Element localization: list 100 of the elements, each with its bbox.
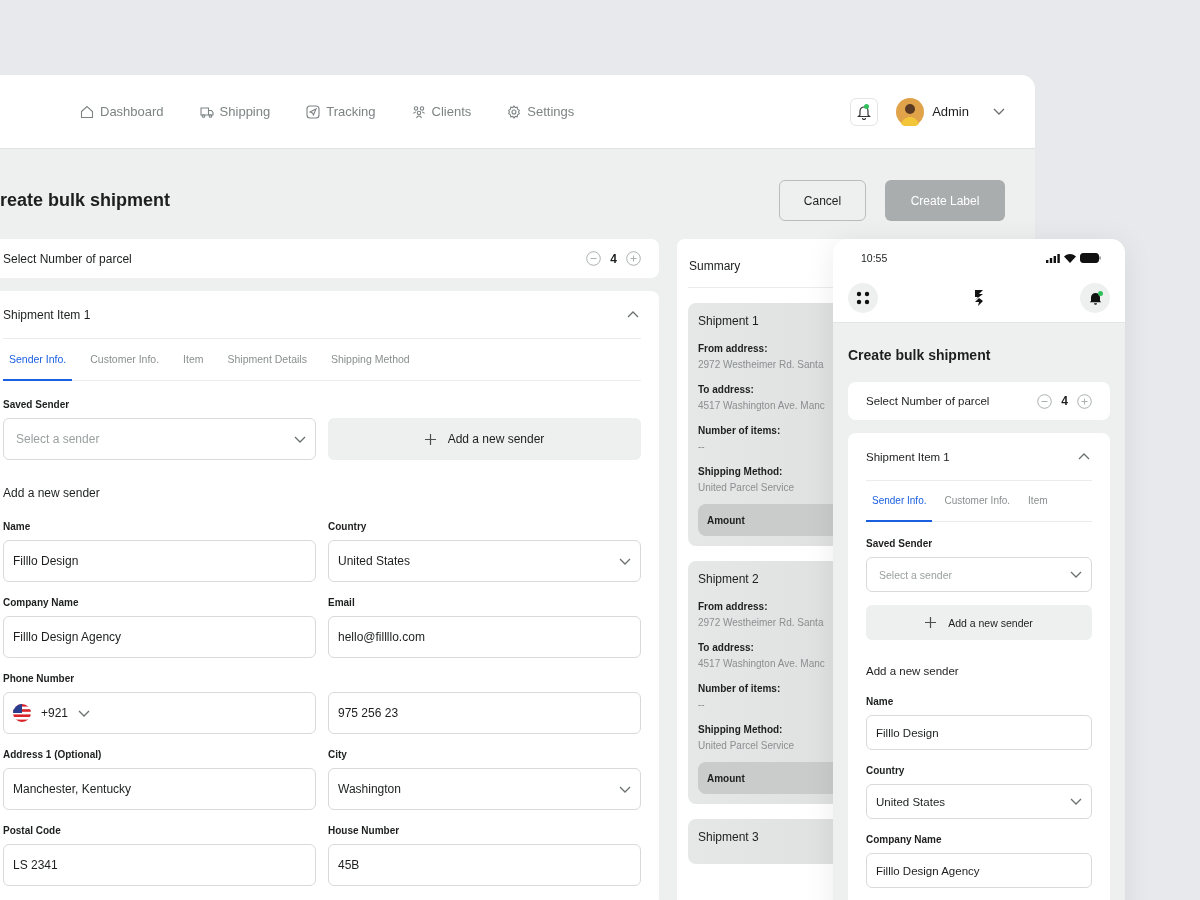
tab[interactable]: Customer Info. bbox=[84, 339, 166, 381]
signal-icon bbox=[1046, 253, 1060, 263]
text-field[interactable]: 975 256 23 bbox=[328, 692, 641, 734]
summary-title: Summary bbox=[688, 258, 741, 275]
field-label: Country bbox=[328, 520, 368, 533]
user-name: Admin bbox=[932, 104, 969, 119]
nav-link[interactable]: Shipping bbox=[199, 104, 271, 119]
cancel-button[interactable]: Cancel bbox=[779, 180, 866, 221]
summary-label: To address: bbox=[698, 642, 754, 653]
tab[interactable]: Sender Info. bbox=[3, 339, 73, 381]
field-label: City bbox=[328, 748, 348, 761]
dropdown[interactable]: United States bbox=[866, 784, 1092, 819]
bell-icon bbox=[1088, 291, 1102, 305]
text-field[interactable]: Filllo Design Agency bbox=[866, 853, 1092, 888]
nav-link[interactable]: Dashboard bbox=[80, 104, 164, 119]
home-icon bbox=[80, 104, 94, 119]
plus-icon bbox=[925, 617, 937, 628]
chevron-down-icon bbox=[294, 435, 306, 443]
summary-label: Number of items: bbox=[698, 425, 781, 436]
wifi-icon bbox=[1064, 253, 1076, 263]
section-heading: Add a new sender bbox=[3, 486, 101, 500]
field-label: Name bbox=[866, 695, 895, 708]
shipment-title: Shipment 1 bbox=[698, 314, 759, 328]
summary-label: From address: bbox=[698, 601, 768, 612]
text-field[interactable]: Filllo Design bbox=[3, 540, 316, 582]
page-title: reate bulk shipment bbox=[0, 190, 171, 211]
summary-label: Number of items: bbox=[698, 683, 781, 694]
shipment-title: Shipment 2 bbox=[698, 572, 759, 586]
text-field[interactable]: 45B bbox=[328, 844, 641, 886]
parcel-count: 4 bbox=[610, 251, 617, 266]
chevron-down-icon bbox=[619, 557, 631, 565]
tab[interactable]: Item bbox=[1022, 481, 1054, 522]
shipment-title: Shipment 3 bbox=[698, 830, 759, 844]
field-label: Name bbox=[3, 520, 32, 533]
chevron-down-icon bbox=[78, 709, 91, 717]
text-field[interactable]: Filllo Design Agency bbox=[3, 616, 316, 658]
summary-label: Shipping Method: bbox=[698, 724, 783, 735]
chevron-down-icon bbox=[1070, 571, 1082, 578]
summary-value: -- bbox=[698, 699, 705, 710]
nav-link[interactable]: Clients bbox=[411, 104, 472, 119]
add-sender-button[interactable]: Add a new sender bbox=[866, 605, 1092, 640]
status-time: 10:55 bbox=[861, 252, 888, 264]
summary-label: To address: bbox=[698, 384, 754, 395]
text-field[interactable]: hello@fillllo.com bbox=[328, 616, 641, 658]
tab[interactable]: Shipment Details bbox=[221, 339, 313, 381]
summary-label: Shipping Method: bbox=[698, 466, 783, 477]
summary-value: United Parcel Service bbox=[698, 482, 795, 493]
summary-value: 4517 Washington Ave. Manc bbox=[698, 400, 825, 411]
chevron-down-icon bbox=[619, 785, 631, 793]
plus-icon bbox=[424, 433, 436, 445]
dots-icon bbox=[856, 291, 870, 305]
parcel-label: Select Number of parcel bbox=[866, 395, 990, 407]
section-heading: Add a new sender bbox=[866, 665, 960, 677]
notification-button[interactable] bbox=[1080, 283, 1110, 313]
summary-value: United Parcel Service bbox=[698, 740, 795, 751]
field-label: Company Name bbox=[3, 596, 80, 609]
dropdown[interactable]: United States bbox=[328, 540, 641, 582]
collapse-button[interactable] bbox=[1078, 453, 1090, 460]
nav-link[interactable]: Settings bbox=[507, 104, 575, 119]
parcel-count: 4 bbox=[1061, 394, 1068, 408]
card-title: Shipment Item 1 bbox=[866, 450, 950, 463]
text-field[interactable]: Filllo Design bbox=[866, 715, 1092, 750]
field-label: Saved Sender bbox=[3, 398, 71, 411]
collapse-button[interactable] bbox=[627, 311, 639, 318]
account-menu-button[interactable] bbox=[993, 108, 1005, 115]
add-sender-button[interactable]: Add a new sender bbox=[328, 418, 641, 460]
field-label: Saved Sender bbox=[866, 537, 934, 550]
country-code-dropdown[interactable]: +921 bbox=[3, 692, 316, 734]
dropdown[interactable]: Washington bbox=[328, 768, 641, 810]
page-title: Create bulk shipment bbox=[848, 346, 992, 365]
avatar-icon bbox=[896, 97, 925, 126]
send-icon bbox=[306, 104, 321, 119]
truck-icon bbox=[199, 104, 214, 119]
summary-value: 2972 Westheimer Rd. Santa bbox=[698, 617, 824, 628]
field-label: Country bbox=[866, 764, 906, 777]
notification-button[interactable] bbox=[850, 97, 879, 126]
field-label: Postal Code bbox=[3, 824, 62, 837]
people-icon bbox=[411, 104, 426, 119]
field-label: Address 1 (Optional) bbox=[3, 748, 103, 761]
nav-link[interactable]: Tracking bbox=[306, 104, 376, 119]
notification-dot bbox=[1098, 291, 1103, 296]
flag-icon bbox=[13, 704, 31, 722]
chevron-down-icon bbox=[993, 108, 1005, 115]
card-title: Shipment Item 1 bbox=[3, 307, 91, 322]
summary-value: -- bbox=[698, 441, 705, 452]
text-field[interactable]: Manchester, Kentucky bbox=[3, 768, 316, 810]
field-label: Email bbox=[328, 596, 356, 609]
chevron-down-icon bbox=[1070, 798, 1082, 805]
field-label: House Number bbox=[328, 824, 401, 837]
tab[interactable]: Sender Info. bbox=[866, 481, 933, 522]
menu-button[interactable] bbox=[848, 283, 878, 313]
parcel-label: Select Number of parcel bbox=[3, 251, 132, 266]
tab[interactable]: Shipping Method bbox=[324, 339, 416, 381]
summary-label: From address: bbox=[698, 343, 768, 354]
logo-icon bbox=[974, 290, 984, 306]
chevron-up-icon bbox=[1078, 453, 1090, 460]
field-label: Company Name bbox=[866, 833, 943, 846]
text-field[interactable]: LS 2341 bbox=[3, 844, 316, 886]
field-label: Phone Number bbox=[3, 672, 76, 685]
summary-value: 4517 Washington Ave. Manc bbox=[698, 658, 825, 669]
